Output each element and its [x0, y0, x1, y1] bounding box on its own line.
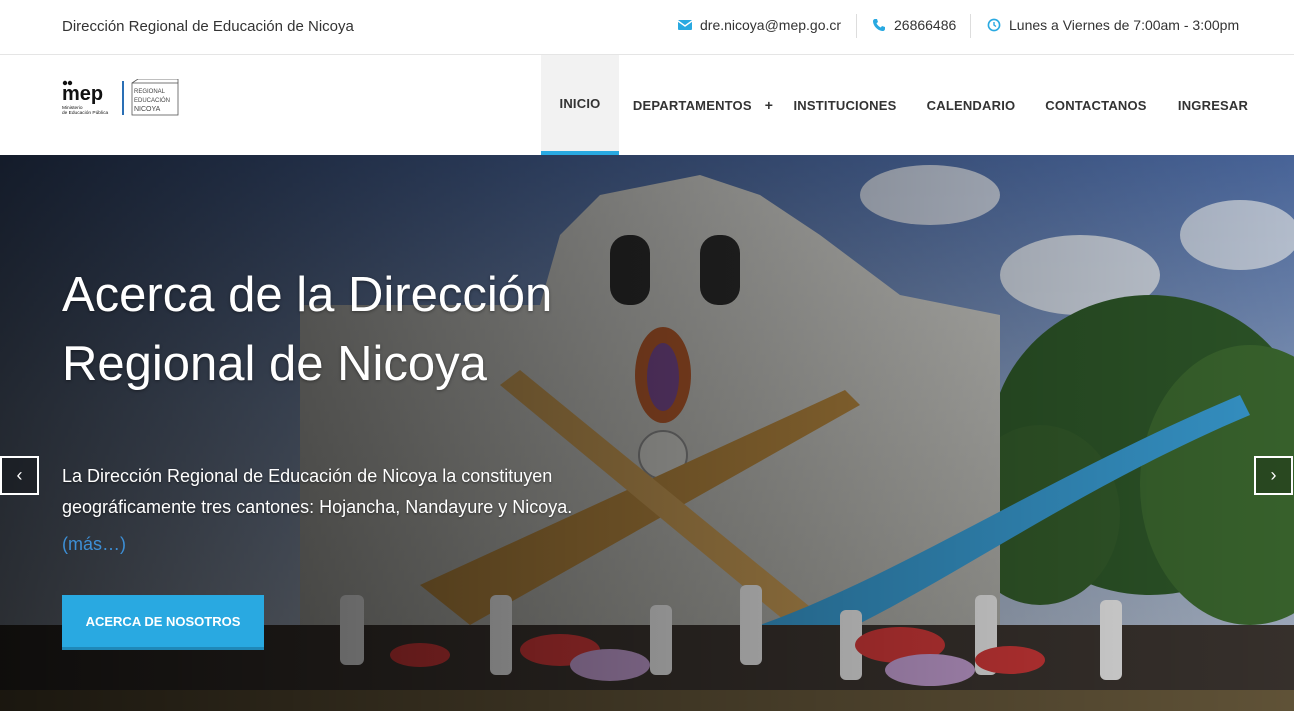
divider: [970, 14, 971, 38]
nav-item-calendario[interactable]: CALENDARIO: [921, 55, 1021, 155]
slider-next-button[interactable]: ›: [1254, 456, 1293, 495]
hours-text: Lunes a Viernes de 7:00am - 3:00pm: [1009, 17, 1240, 33]
svg-text:EDUCACIÓN: EDUCACIÓN: [134, 97, 170, 104]
nav-item-ingresar[interactable]: INGRESAR: [1172, 55, 1254, 155]
hero-title: Acerca de la Dirección Regional de Nicoy…: [62, 268, 553, 391]
hero-description: La Dirección Regional de Educación de Ni…: [62, 466, 573, 517]
hero-slider: Acerca de la Dirección Regional de Nicoy…: [0, 155, 1294, 711]
site-logo[interactable]: mep Ministerio de Educación Pública REGI…: [62, 78, 182, 119]
envelope-icon: [678, 20, 692, 30]
nav-item-instituciones[interactable]: INSTITUCIONES: [788, 55, 902, 155]
top-info-bar: Dirección Regional de Educación de Nicoy…: [0, 0, 1294, 55]
slider-prev-button[interactable]: ‹: [0, 456, 39, 495]
read-more-link[interactable]: (más…): [62, 534, 126, 555]
nav-item-contactanos[interactable]: CONTACTANOS: [1040, 55, 1152, 155]
divider: [856, 14, 857, 38]
nav-item-inicio[interactable]: INICIO: [541, 55, 619, 155]
nav-item-departamentos[interactable]: DEPARTAMENTOS +: [628, 55, 778, 155]
contact-email[interactable]: dre.nicoya@mep.go.cr: [678, 17, 841, 33]
organization-name: Dirección Regional de Educación de Nicoy…: [62, 18, 354, 35]
svg-text:NICOYA: NICOYA: [134, 106, 161, 113]
clock-icon: [987, 18, 1001, 32]
nav-label: INICIO: [559, 95, 601, 111]
about-us-button[interactable]: ACERCA DE NOSOTROS: [62, 595, 264, 650]
email-text: dre.nicoya@mep.go.cr: [700, 17, 842, 33]
office-hours: Lunes a Viernes de 7:00am - 3:00pm: [987, 17, 1239, 33]
nav-label: DEPARTAMENTOS: [632, 97, 752, 113]
contact-phone[interactable]: 26866486: [872, 17, 956, 33]
nav-label: CONTACTANOS: [1045, 97, 1147, 113]
chevron-left-icon: ‹: [16, 465, 23, 485]
nav-label: CALENDARIO: [926, 97, 1016, 113]
svg-text:de Educación Pública: de Educación Pública: [62, 110, 108, 116]
phone-icon: [873, 19, 885, 31]
phone-text: 26866486: [894, 17, 957, 33]
nav-label: INGRESAR: [1177, 97, 1249, 113]
plus-icon[interactable]: +: [765, 97, 773, 113]
svg-text:mep: mep: [62, 83, 103, 105]
site-header: mep Ministerio de Educación Pública REGI…: [0, 55, 1294, 155]
chevron-right-icon: ›: [1270, 465, 1277, 485]
mep-logo-icon: mep Ministerio de Educación Pública REGI…: [62, 78, 179, 116]
svg-text:REGIONAL: REGIONAL: [134, 89, 166, 95]
nav-label: INSTITUCIONES: [793, 97, 897, 113]
